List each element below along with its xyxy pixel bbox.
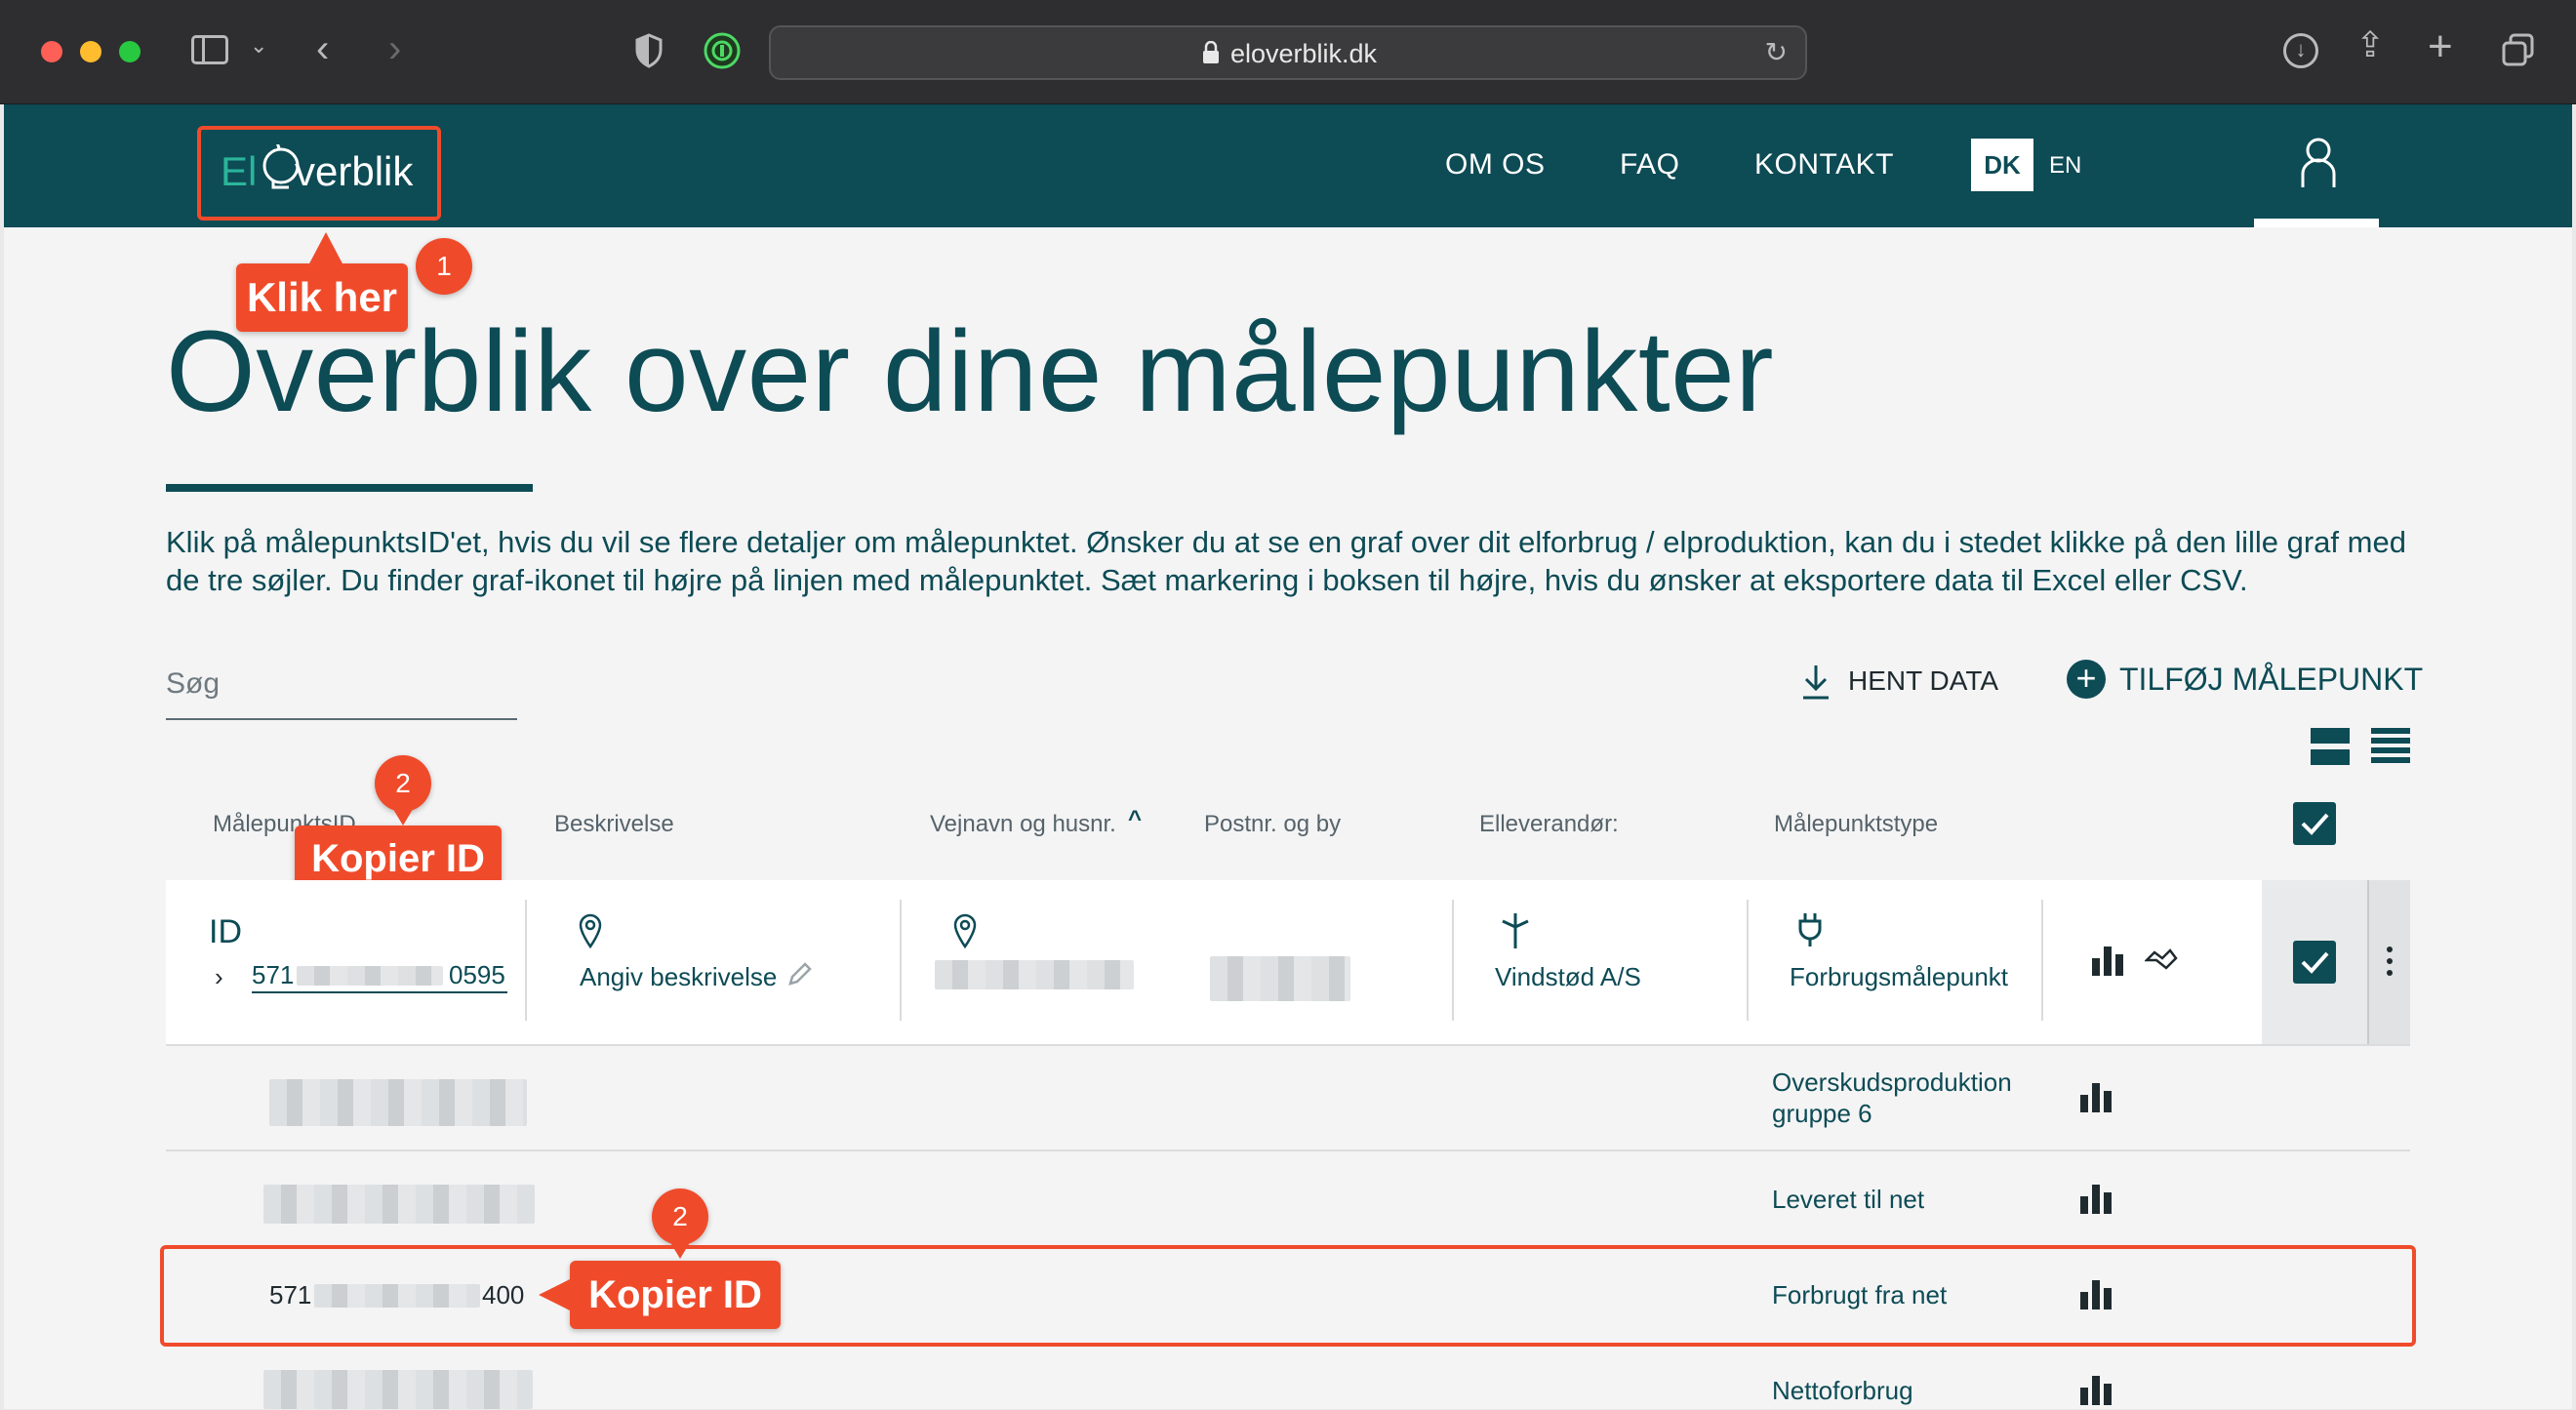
add-circle-icon: + <box>2067 660 2106 699</box>
user-active-indicator <box>2254 219 2379 227</box>
column-divider <box>1452 900 1454 1021</box>
column-divider <box>525 900 527 1021</box>
page-title: Overblik over dine målepunkter <box>166 307 1775 436</box>
edit-pencil-icon[interactable] <box>786 960 814 992</box>
sub-type-netto: Nettoforbrug <box>1772 1376 1913 1405</box>
bar-chart-icon[interactable] <box>2078 1280 2113 1309</box>
sub-id-redacted <box>263 1185 535 1224</box>
annotation-step-1: 1 <box>416 238 472 295</box>
id-label: ID <box>209 913 242 950</box>
elleverandor-value: Vindstød A/S <box>1495 962 1641 991</box>
reload-icon[interactable]: ↻ <box>1765 39 1788 66</box>
sub-id-redacted <box>263 1370 533 1409</box>
bar-chart-icon[interactable] <box>2090 947 2125 976</box>
nav-om-os[interactable]: OM OS <box>1445 148 1546 181</box>
id-suffix: 0595 <box>449 960 505 989</box>
browser-toolbar: ⌄ ‹ › eloverblik.dk ↻ ↓ ⇪ + <box>0 0 2576 104</box>
sidebar-icon[interactable] <box>191 35 228 64</box>
bar-chart-icon[interactable] <box>2078 1185 2113 1214</box>
annotation-step-2a: 2 <box>375 755 431 812</box>
hent-data-label: HENT DATA <box>1848 665 1999 696</box>
select-all-checkbox[interactable] <box>2293 802 2336 845</box>
row-checkbox[interactable] <box>2293 941 2336 984</box>
card-view-icon[interactable] <box>2311 728 2350 765</box>
sub-type-forbrugt: Forbrugt fra net <box>1772 1280 1948 1309</box>
lang-en-button[interactable]: EN <box>2049 152 2081 180</box>
location-pin-icon <box>578 913 603 953</box>
logo-highlight-box <box>197 126 441 221</box>
zoom-window-button[interactable] <box>119 41 141 62</box>
tilfoej-label: TILFØJ MÅLEPUNKT <box>2119 662 2424 697</box>
maalepunkt-id-link[interactable]: 571 0595 <box>252 960 507 993</box>
column-divider <box>900 900 902 1021</box>
header-vejnavn[interactable]: Vejnavn og husnr. <box>930 811 1116 838</box>
url-text: eloverblik.dk <box>1229 39 1378 68</box>
expand-chevron-icon[interactable]: › <box>215 962 223 992</box>
chevron-down-icon[interactable]: ⌄ <box>250 35 267 57</box>
intro-text: Klik på målepunktsID'et, hvis du vil se … <box>166 525 2406 597</box>
bar-chart-icon[interactable] <box>2078 1083 2113 1112</box>
lang-dk-button[interactable]: DK <box>1971 139 2033 191</box>
title-underline <box>166 484 533 492</box>
sub-id-suffix: 400 <box>482 1280 525 1309</box>
back-icon[interactable]: ‹ <box>316 29 329 68</box>
handshake-icon[interactable] <box>2143 947 2178 979</box>
header-elleverandor[interactable]: Elleverandør: <box>1479 811 1619 838</box>
search-input[interactable]: Søg <box>166 667 517 720</box>
row-divider <box>166 1044 2410 1046</box>
user-icon[interactable] <box>2297 135 2340 191</box>
maalepunktstype-value: Forbrugsmålepunkt <box>1790 962 2008 991</box>
sub-id-prefix: 571 <box>269 1280 312 1309</box>
header-postnr[interactable]: Postnr. og by <box>1204 811 1341 838</box>
share-icon[interactable]: ⇪ <box>2355 27 2385 62</box>
tab-overview-icon[interactable] <box>2502 33 2535 66</box>
list-view-icon[interactable] <box>2371 728 2410 765</box>
sub-type-line1: Overskudsproduktion <box>1772 1068 2012 1097</box>
column-divider <box>2041 900 2043 1021</box>
minimize-window-button[interactable] <box>80 41 101 62</box>
row-divider <box>166 1149 2410 1151</box>
annotation-arrow-up <box>308 232 343 265</box>
address-redacted <box>935 960 1134 989</box>
address-bar[interactable]: eloverblik.dk ↻ <box>769 25 1807 80</box>
downloads-icon[interactable]: ↓ <box>2283 33 2318 68</box>
sub-type-leveret: Leveret til net <box>1772 1185 1925 1214</box>
shield-icon[interactable] <box>634 33 664 68</box>
sub-id-redacted <box>314 1284 480 1308</box>
new-tab-icon[interactable]: + <box>2428 25 2453 68</box>
id-redacted <box>297 966 443 986</box>
annotation-step-2b: 2 <box>652 1188 708 1245</box>
header-beskrivelse[interactable]: Beskrivelse <box>554 811 674 838</box>
wind-turbine-icon <box>1499 911 1532 955</box>
column-divider <box>1747 900 1749 1021</box>
forward-icon[interactable]: › <box>388 29 401 68</box>
more-options-icon[interactable] <box>2387 947 2393 976</box>
bar-chart-icon[interactable] <box>2078 1376 2113 1405</box>
sort-asc-icon[interactable]: ^ <box>1128 806 1142 833</box>
sub-id-redacted <box>269 1079 527 1126</box>
sub-type-line2: gruppe 6 <box>1772 1099 1872 1128</box>
header-maalepunktstype[interactable]: Målepunktstype <box>1774 811 1938 838</box>
nav-faq[interactable]: FAQ <box>1620 148 1680 181</box>
nav-kontakt[interactable]: KONTAKT <box>1754 148 1894 181</box>
plug-icon <box>1795 911 1825 953</box>
id-prefix: 571 <box>252 960 295 989</box>
annotation-kopier-id-b: Kopier ID <box>570 1261 781 1329</box>
annotation-step-2a-tail <box>391 806 415 826</box>
location-pin-icon <box>952 913 978 953</box>
download-icon <box>1801 664 1831 705</box>
password-manager-icon[interactable] <box>703 31 742 70</box>
close-window-button[interactable] <box>41 41 62 62</box>
search-placeholder: Søg <box>166 667 221 700</box>
annotation-arrow-left <box>539 1278 572 1311</box>
postnr-redacted <box>1210 956 1350 1001</box>
beskrivelse-field[interactable]: Angiv beskrivelse <box>580 962 777 992</box>
